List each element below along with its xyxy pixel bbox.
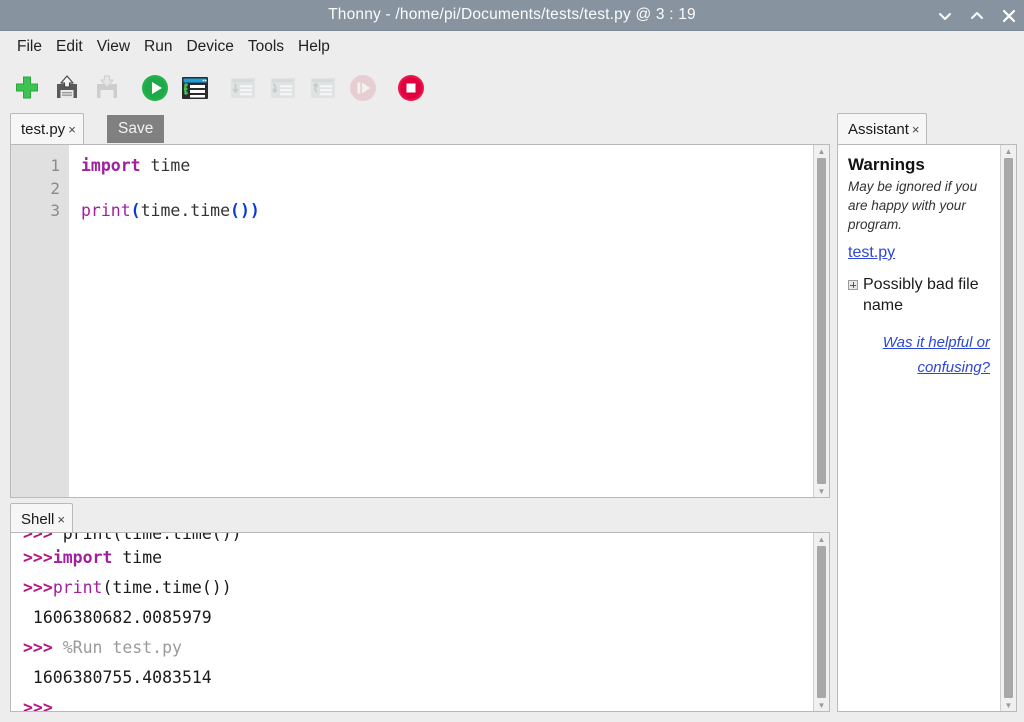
keyword-import: import: [81, 156, 141, 175]
shell-line: 1606380755.4083514: [23, 663, 813, 693]
assistant-feedback-link[interactable]: Was it helpful or confusing?: [848, 330, 990, 380]
shell-prompt: >>>: [23, 698, 53, 711]
shell-keyword: import: [53, 548, 113, 567]
shell-tab-label: Shell: [21, 511, 54, 528]
code-line-2: [81, 178, 813, 201]
shell-prompt: >>>: [23, 533, 53, 543]
save-icon[interactable]: [50, 71, 84, 105]
line-number: 3: [11, 200, 69, 223]
step-over-icon: [226, 71, 260, 105]
menu-item-view[interactable]: View: [90, 36, 137, 58]
menu-item-run[interactable]: Run: [137, 36, 179, 58]
new-file-icon[interactable]: [10, 71, 44, 105]
shell-line: >>>: [23, 693, 813, 711]
shell-panel[interactable]: >>> print(time.time()) >>>import time >>…: [10, 532, 830, 712]
editor-scrollbar-thumb[interactable]: [817, 158, 826, 484]
assistant-warning-row[interactable]: Possibly bad file name: [848, 274, 990, 316]
shell-line: >>>import time: [23, 543, 813, 573]
shell-text: time: [112, 548, 162, 567]
shell-clipped-text: print(time.time()): [53, 533, 242, 543]
assistant-tab-close-icon[interactable]: ×: [912, 123, 920, 136]
module-name: time: [141, 156, 191, 175]
code-line-1: import time: [81, 155, 813, 178]
function-print: print: [81, 201, 131, 220]
assistant-heading: Warnings: [848, 155, 990, 175]
assistant-file-link[interactable]: test.py: [848, 244, 895, 262]
thonny-window: Thonny - /home/pi/Documents/tests/test.p…: [0, 0, 1024, 722]
save-tooltip: Save: [107, 115, 164, 143]
save-as-icon: [90, 71, 124, 105]
shell-output-value: 1606380682.0085979: [23, 608, 212, 627]
shell-scrollbar-thumb[interactable]: [817, 546, 826, 698]
scroll-up-arrow-icon[interactable]: ▲: [1001, 145, 1016, 157]
menu-item-help[interactable]: Help: [291, 36, 337, 58]
paren-inner-close: ): [240, 201, 250, 220]
paren-open: (: [131, 201, 141, 220]
close-icon[interactable]: [1000, 7, 1018, 25]
assistant-panel: Warnings May be ignored if you are happy…: [837, 144, 1017, 712]
menu-item-tools[interactable]: Tools: [241, 36, 291, 58]
assistant-tab-label: Assistant: [848, 121, 909, 138]
assistant-subtitle: May be ignored if you are happy with you…: [848, 177, 990, 234]
scroll-down-arrow-icon[interactable]: ▼: [814, 485, 829, 497]
editor-tab-bar: test.py × Save: [10, 113, 830, 145]
editor-tab-test-py[interactable]: test.py ×: [10, 113, 84, 145]
code-editor[interactable]: 1 2 3 import time print(time.time()) ▲ ▼: [10, 144, 830, 498]
shell-line: >>> %Run test.py: [23, 633, 813, 663]
maximize-icon[interactable]: [968, 7, 986, 25]
editor-tab-close-icon[interactable]: ×: [68, 123, 76, 136]
assistant-scrollbar[interactable]: ▲ ▼: [1000, 145, 1016, 711]
shell-line: 1606380682.0085979: [23, 603, 813, 633]
shell-tab-close-icon[interactable]: ×: [57, 513, 65, 526]
step-out-icon: [306, 71, 340, 105]
shell-text: (time.time()): [102, 578, 231, 597]
editor-tab-label: test.py: [21, 121, 65, 138]
scroll-up-arrow-icon[interactable]: ▲: [814, 145, 829, 157]
assistant-warning-label: Possibly bad file name: [863, 274, 990, 316]
window-title: Thonny - /home/pi/Documents/tests/test.p…: [0, 6, 1024, 24]
line-number: 2: [11, 178, 69, 201]
assistant-tab-bar: Assistant ×: [837, 113, 1024, 145]
assistant-content: Warnings May be ignored if you are happy…: [838, 145, 1000, 711]
menu-item-device[interactable]: Device: [179, 36, 240, 58]
shell-function: print: [53, 578, 103, 597]
code-line-3: print(time.time()): [81, 200, 813, 223]
menu-item-file[interactable]: File: [10, 36, 49, 58]
shell-tab-bar: Shell ×: [10, 503, 830, 533]
shell-line: >>>print(time.time()): [23, 573, 813, 603]
shell-prompt: >>>: [23, 578, 53, 597]
shell-output[interactable]: >>> print(time.time()) >>>import time >>…: [11, 533, 813, 711]
editor-scrollbar[interactable]: ▲ ▼: [813, 145, 829, 497]
line-number: 1: [11, 155, 69, 178]
title-bar: Thonny - /home/pi/Documents/tests/test.p…: [0, 0, 1024, 31]
shell-prompt: >>>: [23, 548, 53, 567]
scroll-up-arrow-icon[interactable]: ▲: [814, 533, 829, 545]
paren-close: ): [250, 201, 260, 220]
stop-icon[interactable]: [394, 71, 428, 105]
assistant-tab[interactable]: Assistant ×: [837, 113, 927, 145]
paren-inner-open: (: [230, 201, 240, 220]
shell-tab[interactable]: Shell ×: [10, 503, 73, 535]
toolbar: [0, 63, 1024, 113]
run-icon[interactable]: [138, 71, 172, 105]
shell-scrollbar[interactable]: ▲ ▼: [813, 533, 829, 711]
line-number-gutter: 1 2 3: [11, 145, 69, 497]
resume-icon: [346, 71, 380, 105]
step-into-icon: [266, 71, 300, 105]
assistant-scrollbar-thumb[interactable]: [1004, 158, 1013, 698]
minimize-icon[interactable]: [936, 7, 954, 25]
expand-toggle-icon[interactable]: [848, 280, 858, 290]
code-text-area[interactable]: import time print(time.time()): [69, 145, 813, 497]
window-controls: [936, 0, 1018, 31]
shell-prompt: >>>: [23, 638, 53, 657]
scroll-down-arrow-icon[interactable]: ▼: [814, 699, 829, 711]
shell-magic-command: %Run test.py: [53, 638, 182, 657]
menu-item-edit[interactable]: Edit: [49, 36, 90, 58]
shell-clipped-line: >>> print(time.time()): [23, 533, 813, 543]
shell-output-value: 1606380755.4083514: [23, 668, 212, 687]
menu-bar: File Edit View Run Device Tools Help: [0, 31, 1024, 63]
debug-icon[interactable]: [178, 71, 212, 105]
scroll-down-arrow-icon[interactable]: ▼: [1001, 699, 1016, 711]
call-time-time: time.time: [141, 201, 230, 220]
